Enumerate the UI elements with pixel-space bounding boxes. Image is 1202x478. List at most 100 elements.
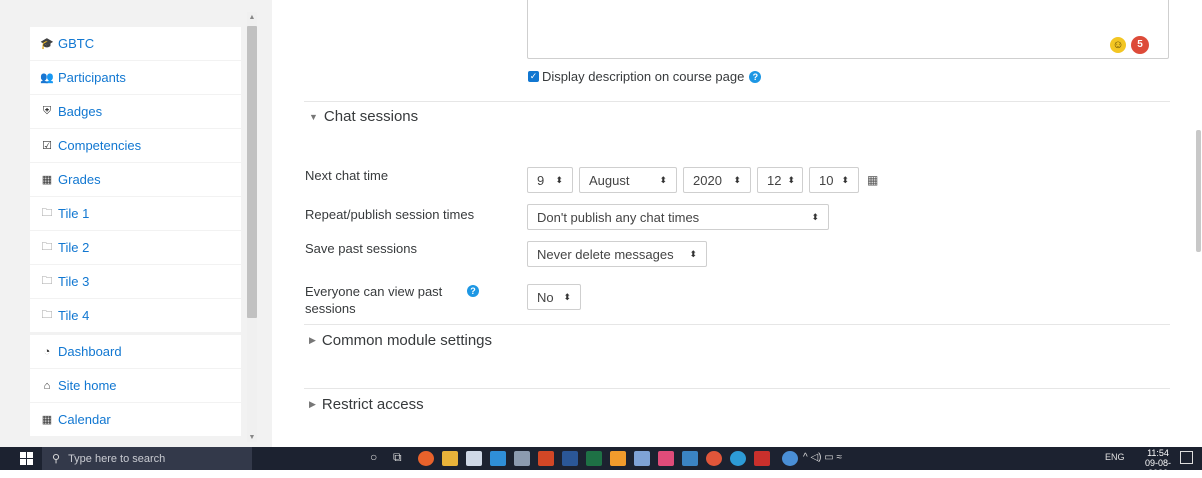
notification-count-badge: 5: [1131, 36, 1149, 54]
windows-taskbar: ⚲ Type here to search ○ ⧉ ^ ◁) ▭ ≈ ENG 1…: [0, 447, 1202, 478]
sidebar-item-label: Calendar: [58, 412, 111, 427]
day-value: 9: [537, 172, 545, 188]
minute-value: 10: [819, 172, 834, 188]
emoji-icon[interactable]: ☺: [1110, 37, 1126, 53]
app-icon[interactable]: [782, 451, 798, 466]
folder-icon: 🗀: [41, 275, 53, 287]
scroll-down-arrow-icon[interactable]: ▼: [247, 434, 257, 441]
divider: [304, 101, 1170, 102]
year-select[interactable]: 2020 ⬍: [683, 167, 751, 193]
app-icon[interactable]: [682, 451, 698, 466]
month-select[interactable]: August ⬍: [579, 167, 677, 193]
app-icon[interactable]: [658, 451, 674, 466]
chat-sessions-header[interactable]: ▼ Chat sessions: [309, 108, 418, 125]
sidebar-item-label: Participants: [58, 70, 126, 85]
repeat-sessions-select[interactable]: Don't publish any chat times ⬍: [527, 204, 829, 230]
folder-icon: 🗀: [41, 309, 53, 321]
folder-icon: 🗀: [41, 241, 53, 253]
sidebar-item-label: Dashboard: [58, 344, 122, 359]
page-scrollbar-thumb[interactable]: [1196, 130, 1201, 252]
file-explorer-icon[interactable]: [442, 451, 458, 466]
display-description-checkbox[interactable]: ✓: [528, 71, 539, 82]
sidebar-item-label: Badges: [58, 104, 103, 119]
sidebar-item-participants[interactable]: 👥 Participants: [30, 61, 241, 94]
sidebar-item-competencies[interactable]: ☑ Competencies: [30, 129, 241, 162]
scroll-up-arrow-icon[interactable]: ▲: [247, 14, 257, 21]
sidebar-item-tile-4[interactable]: 🗀 Tile 4: [30, 299, 241, 332]
month-value: August: [589, 172, 630, 188]
paint-icon[interactable]: [610, 451, 626, 466]
select-arrow-icon: ⬍: [811, 211, 819, 222]
hour-value: 12: [767, 172, 782, 188]
sidebar-item-grades[interactable]: ▦ Grades: [30, 163, 241, 196]
day-select[interactable]: 9 ⬍: [527, 167, 573, 193]
restrict-access-title: Restrict access: [321, 396, 424, 413]
app-icon[interactable]: [706, 451, 722, 466]
chrome-icon[interactable]: [418, 451, 434, 466]
sidebar-item-calendar[interactable]: ▦ Calendar: [30, 403, 241, 436]
sidebar-item-tile-1[interactable]: 🗀 Tile 1: [30, 197, 241, 230]
language-app-icon[interactable]: [634, 451, 650, 466]
clock-date: 09-08-2020: [1144, 458, 1171, 478]
sidebar-item-label: Grades: [58, 172, 101, 187]
sidebar-item-tile-2[interactable]: 🗀 Tile 2: [30, 231, 241, 264]
store-icon[interactable]: [490, 451, 506, 466]
help-icon[interactable]: ?: [467, 285, 479, 297]
everyone-view-label-line2: sessions: [305, 301, 356, 316]
restrict-access-header[interactable]: ▶ Restrict access: [309, 396, 424, 413]
windows-start-icon[interactable]: [20, 452, 34, 465]
edge-icon[interactable]: [730, 451, 746, 466]
everyone-view-label: Everyone can view past sessions: [305, 283, 442, 317]
clock-time: 11:54: [1147, 448, 1169, 458]
powerpoint-icon[interactable]: [538, 451, 554, 466]
common-module-settings-title: Common module settings: [321, 332, 492, 349]
chat-sessions-title: Chat sessions: [323, 108, 419, 125]
table-icon: ▦: [41, 174, 53, 186]
excel-icon[interactable]: [586, 451, 602, 466]
help-icon[interactable]: ?: [749, 70, 762, 83]
sidebar-item-dashboard[interactable]: ◔ Dashboard: [30, 335, 241, 368]
nav-list: 🎓 GBTC 👥 Participants ⛨ Badges ☑ Competencies ▦ G…: [30, 27, 241, 437]
shield-icon: ⛨: [42, 105, 52, 117]
select-arrow-icon: ⬍: [733, 174, 741, 185]
tachometer-icon: ◔: [43, 345, 51, 358]
sidebar-item-badges[interactable]: ⛨ Badges: [30, 95, 241, 128]
taskbar-search-placeholder: Type here to search: [68, 452, 166, 465]
sidebar-item-label: Competencies: [58, 138, 142, 153]
next-chat-time-label: Next chat time: [305, 168, 389, 183]
action-center-icon[interactable]: [1180, 451, 1193, 464]
description-editor[interactable]: [527, 0, 1169, 59]
repeat-sessions-value: Don't publish any chat times: [537, 209, 700, 225]
sidebar-scrollbar-thumb[interactable]: [247, 26, 257, 318]
calendar-icon[interactable]: ▦: [867, 173, 878, 187]
tray-icons[interactable]: ^ ◁) ▭ ≈: [803, 452, 842, 463]
divider: [304, 388, 1170, 389]
mail-icon[interactable]: [466, 451, 482, 466]
sidebar-item-label: GBTC: [58, 36, 95, 51]
caret-right-icon: ▶: [309, 399, 316, 409]
sidebar-item-site-home[interactable]: ⌂ Site home: [30, 369, 241, 402]
select-arrow-icon: ⬍: [659, 174, 667, 185]
clock[interactable]: 11:54 09-08-2020: [1140, 448, 1176, 478]
taskbar-search-box[interactable]: ⚲ Type here to search: [42, 447, 252, 470]
caret-down-icon: ▼: [309, 111, 318, 122]
hour-select[interactable]: 12 ⬍: [757, 167, 803, 193]
word-icon[interactable]: [562, 451, 578, 466]
save-past-sessions-select[interactable]: Never delete messages ⬍: [527, 241, 707, 267]
sidebar-item-label: Tile 3: [58, 274, 90, 289]
caret-right-icon: ▶: [309, 335, 316, 345]
save-past-sessions-value: Never delete messages: [537, 246, 674, 262]
cortana-icon[interactable]: ○: [370, 450, 377, 464]
sidebar-item-gbtc[interactable]: 🎓 GBTC: [30, 27, 241, 60]
calculator-icon[interactable]: [514, 451, 530, 466]
task-view-icon[interactable]: ⧉: [393, 450, 402, 465]
language-indicator[interactable]: ENG: [1105, 452, 1125, 462]
sidebar-item-tile-3[interactable]: 🗀 Tile 3: [30, 265, 241, 298]
minute-select[interactable]: 10 ⬍: [809, 167, 859, 193]
display-description-option[interactable]: ✓ Display description on course page ?: [528, 69, 762, 84]
common-module-settings-header[interactable]: ▶ Common module settings: [309, 332, 492, 349]
select-arrow-icon: ⬍: [555, 174, 563, 185]
sidebar-item-label: Site home: [58, 378, 117, 393]
everyone-view-select[interactable]: No ⬍: [527, 284, 581, 310]
pdf-reader-icon[interactable]: [754, 451, 770, 466]
